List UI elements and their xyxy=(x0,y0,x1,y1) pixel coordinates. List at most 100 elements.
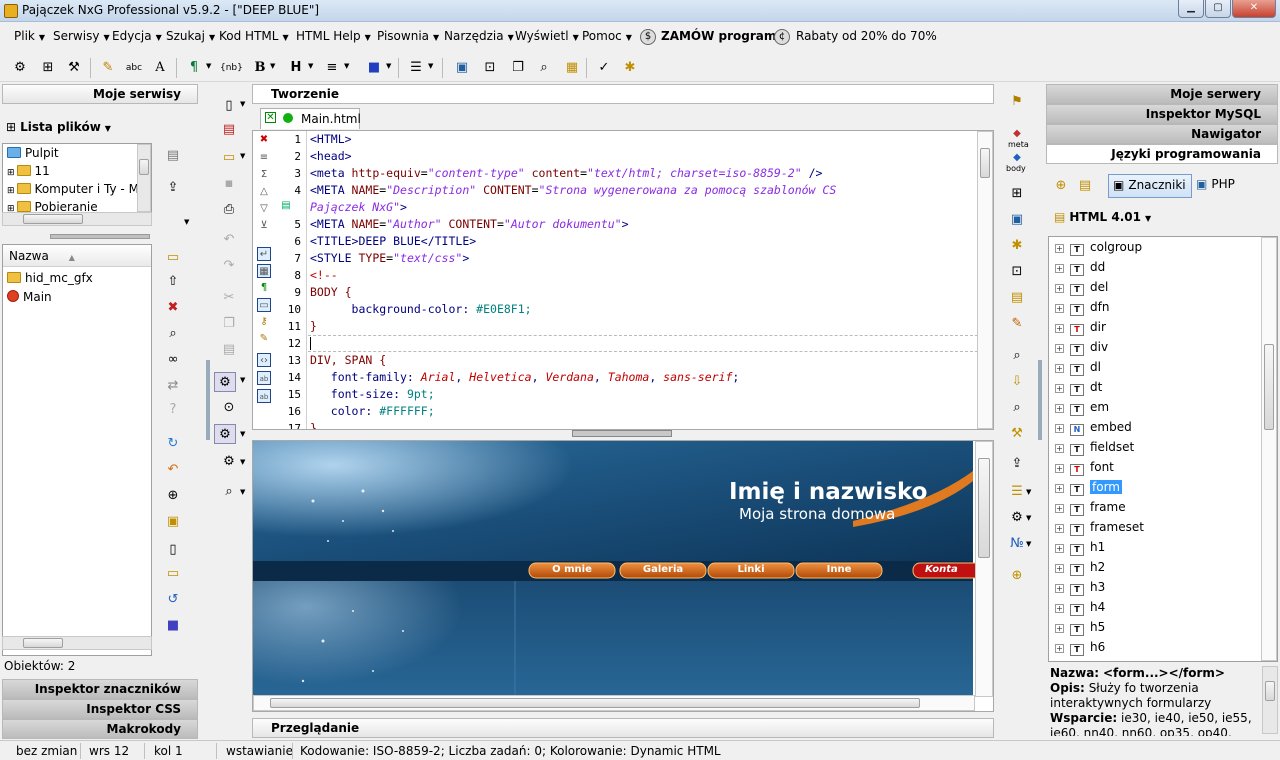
nav-link-o-mnie[interactable]: O mnie xyxy=(529,564,615,575)
tag-item[interactable]: + Tdir xyxy=(1055,317,1106,337)
list-edit-icon[interactable]: ☰ xyxy=(1006,482,1028,502)
menu-plik[interactable]: Plik ▼ xyxy=(14,29,45,43)
scroll-thumb[interactable] xyxy=(270,698,920,708)
tag-item[interactable]: + Tdfn xyxy=(1055,297,1109,317)
order-link[interactable]: ZAMÓW program! xyxy=(661,29,782,43)
chevron-down-icon[interactable]: ▼ xyxy=(1026,540,1031,548)
toggle-icon-2[interactable]: ⚙ xyxy=(214,424,236,444)
close-document-icon[interactable]: ▤ xyxy=(218,120,240,140)
expand-icon[interactable]: + xyxy=(1055,524,1064,533)
macros-header[interactable]: Makrokody xyxy=(2,719,198,739)
maximize-button[interactable]: ▢ xyxy=(1205,0,1231,18)
css-inspector-header[interactable]: Inspektor CSS xyxy=(2,699,198,719)
new-file-icon[interactable]: ▯ xyxy=(162,540,184,560)
chevron-down-icon[interactable]: ▼ xyxy=(1026,514,1031,522)
find-replace-icon[interactable]: ⌕ xyxy=(1006,398,1028,418)
target-icon[interactable]: ⊙ xyxy=(218,398,240,418)
tree-item-11[interactable]: ⊞ 11 xyxy=(7,162,50,180)
image-insert-icon[interactable]: ▣ xyxy=(1006,210,1028,230)
expand-icon[interactable]: + xyxy=(1055,364,1064,373)
expand-icon[interactable]: + xyxy=(1055,484,1064,493)
frame-tool-icon[interactable]: ⊞ xyxy=(38,58,58,78)
my-servers-panel-header[interactable]: Moje serwery xyxy=(1046,84,1278,104)
image-icon[interactable]: ▣ xyxy=(452,58,472,78)
color-icon[interactable]: ■ xyxy=(364,58,384,78)
expand-icon[interactable]: + xyxy=(1055,444,1064,453)
list-icon[interactable]: ☰ xyxy=(406,58,426,78)
splitter-handle[interactable] xyxy=(1038,360,1042,440)
chevron-down-icon[interactable]: ▼ xyxy=(206,62,211,70)
expand-icon[interactable]: + xyxy=(1055,404,1064,413)
preview-pane[interactable]: Imię i nazwisko Moja strona domowa O mni… xyxy=(252,440,994,712)
nav-link-linki[interactable]: Linki xyxy=(708,564,794,575)
files-hscrollbar[interactable] xyxy=(2,636,152,650)
heading-icon[interactable]: H xyxy=(286,58,306,78)
chevron-down-icon[interactable]: ▼ xyxy=(184,218,189,226)
table-icon[interactable]: ⊞ xyxy=(1006,184,1028,204)
chevron-down-icon[interactable]: ▼ xyxy=(240,430,245,438)
zoom-icon[interactable]: ⌕ xyxy=(218,482,240,502)
tab-main-html[interactable]: ✕ Main.html xyxy=(260,108,361,129)
chevron-down-icon[interactable]: ▼ xyxy=(240,458,245,466)
tag-item[interactable]: + Tdel xyxy=(1055,277,1108,297)
undo-icon[interactable]: ↶ xyxy=(218,230,240,250)
tag-item[interactable]: + Tem xyxy=(1055,397,1109,417)
code-editor[interactable]: ✖ ≡ Σ △ ▽ ⊻ ↵ ▦ ¶ ▭ ⚷ ✎ ‹› ab ab ▤ 1 2 3… xyxy=(252,130,994,430)
crop-icon[interactable]: ⊡ xyxy=(480,58,500,78)
tag-item[interactable]: + Th3 xyxy=(1055,577,1105,597)
file-item[interactable]: Main xyxy=(7,288,52,306)
tag-info-vscrollbar[interactable] xyxy=(1262,666,1278,734)
sync-icon[interactable]: ↻ xyxy=(162,434,184,454)
align-icon[interactable]: ≡ xyxy=(322,58,342,78)
expand-icon[interactable]: + xyxy=(1055,424,1064,433)
up-icon[interactable]: △ xyxy=(257,185,271,199)
grid-icon[interactable]: ▦ xyxy=(562,58,582,78)
key-icon[interactable]: ⚷ xyxy=(257,315,271,329)
menu-html-help[interactable]: HTML Help ▼ xyxy=(296,29,371,43)
tag-item[interactable]: + Th6 xyxy=(1055,637,1105,657)
programming-languages-header[interactable]: Języki programowania xyxy=(1046,144,1278,164)
scroll-thumb[interactable] xyxy=(980,148,990,178)
chevron-down-icon[interactable]: ▼ xyxy=(240,376,245,384)
search-icon[interactable]: ⌕ xyxy=(1006,346,1028,366)
javascript-icon[interactable]: ⚙ xyxy=(1006,508,1028,528)
expand-icon[interactable]: + xyxy=(1055,544,1064,553)
tag-item[interactable]: + Th5 xyxy=(1055,617,1105,637)
delete-file-icon[interactable]: ✖ xyxy=(162,298,184,318)
menu-pisownia[interactable]: Pisownia ▼ xyxy=(377,29,439,43)
chevron-down-icon[interactable]: ▼ xyxy=(1026,488,1031,496)
delete-line-icon[interactable]: ✖ xyxy=(257,133,271,147)
sigma-icon[interactable]: Σ xyxy=(257,168,271,182)
move-icon[interactable]: ⇧ xyxy=(162,272,184,292)
undo-arrow-icon[interactable]: ↶ xyxy=(162,460,184,480)
tag-item[interactable]: + Tdd xyxy=(1055,257,1105,277)
comment-icon[interactable]: ▭ xyxy=(257,298,271,312)
bold-icon[interactable]: B xyxy=(250,58,270,78)
non-breaking-space-icon[interactable]: {nb} xyxy=(220,58,243,78)
numbering-icon[interactable]: № xyxy=(1006,534,1028,554)
refresh-icon[interactable]: ↺ xyxy=(162,590,184,610)
expand-icon[interactable]: + xyxy=(1055,264,1064,273)
tag-item[interactable]: + Tdiv xyxy=(1055,337,1108,357)
tag-inspector-header[interactable]: Inspektor znaczników xyxy=(2,679,198,699)
folder-tree[interactable]: Pulpit ⊞ 11 ⊞ Komputer i Ty - M ⊞ Pobierani… xyxy=(2,143,152,213)
scroll-thumb[interactable] xyxy=(23,638,63,648)
indent-icon[interactable]: ≡ xyxy=(257,151,271,165)
server-icon[interactable]: ▤ xyxy=(162,146,184,166)
tag-brackets-icon[interactable]: ‹› xyxy=(257,353,271,367)
tag-item[interactable]: +Thead xyxy=(1055,657,1120,661)
link-icon[interactable]: ⊕ xyxy=(162,486,184,506)
menu-pomoc[interactable]: Pomoc ▼ xyxy=(582,29,632,43)
tree-hscrollbar[interactable] xyxy=(2,212,152,226)
expand-icon[interactable]: + xyxy=(1055,644,1064,653)
toggle-icon-1[interactable]: ⚙ xyxy=(214,372,236,392)
scroll-thumb[interactable] xyxy=(1264,344,1274,430)
scroll-thumb[interactable] xyxy=(23,214,83,224)
menu-wyswietl[interactable]: Wyświetl ▼ xyxy=(515,29,579,43)
expand-icon[interactable]: + xyxy=(1055,504,1064,513)
binoculars-icon[interactable]: ∞ xyxy=(162,350,184,370)
paste-special-icon[interactable]: ⇪ xyxy=(1006,454,1028,474)
expand-icon[interactable]: + xyxy=(1055,284,1064,293)
settings-tool-icon[interactable]: ✱ xyxy=(620,58,640,78)
tag-item[interactable]: + Tcolgroup xyxy=(1055,237,1142,257)
